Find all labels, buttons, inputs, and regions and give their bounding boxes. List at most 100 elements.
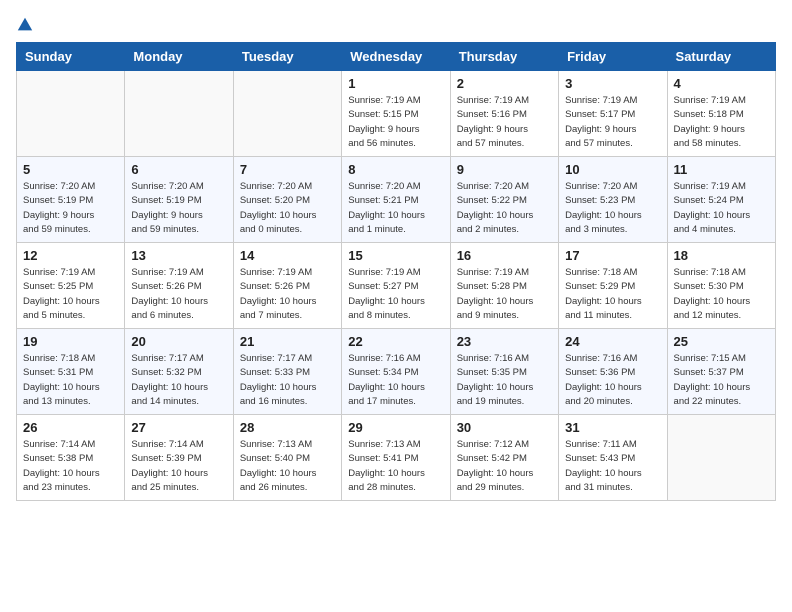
- day-number: 11: [674, 162, 769, 177]
- weekday-header-saturday: Saturday: [667, 43, 775, 71]
- weekday-header-wednesday: Wednesday: [342, 43, 450, 71]
- calendar-cell: 7Sunrise: 7:20 AM Sunset: 5:20 PM Daylig…: [233, 157, 341, 243]
- day-info: Sunrise: 7:19 AM Sunset: 5:18 PM Dayligh…: [674, 94, 769, 151]
- day-info: Sunrise: 7:11 AM Sunset: 5:43 PM Dayligh…: [565, 438, 660, 495]
- day-info: Sunrise: 7:16 AM Sunset: 5:35 PM Dayligh…: [457, 352, 552, 409]
- calendar-cell: 23 Sunrise: 7:16 AM Sunset: 5:35 PM Dayli…: [450, 329, 558, 415]
- day-number: 31: [565, 420, 660, 435]
- day-number: 23: [457, 334, 552, 349]
- calendar-cell: 15 Sunrise: 7:19 AM Sunset: 5:27 PM Dayli…: [342, 243, 450, 329]
- day-info: Sunrise: 7:18 AM Sunset: 5:29 PM Dayligh…: [565, 266, 660, 323]
- calendar-cell: 19 Sunrise: 7:18 AM Sunset: 5:31 PM Dayli…: [17, 329, 125, 415]
- calendar-cell: 25 Sunrise: 7:15 AM Sunset: 5:37 PM Dayli…: [667, 329, 775, 415]
- day-number: 14: [240, 248, 335, 263]
- page-header: [16, 16, 776, 34]
- calendar-cell: 10 Sunrise: 7:20 AM Sunset: 5:23 PM Dayli…: [559, 157, 667, 243]
- day-info: Sunrise: 7:19 AM Sunset: 5:25 PM Dayligh…: [23, 266, 118, 323]
- calendar-cell: 28 Sunrise: 7:13 AM Sunset: 5:40 PM Dayli…: [233, 415, 341, 501]
- day-number: 2: [457, 76, 552, 91]
- day-number: 16: [457, 248, 552, 263]
- day-info: Sunrise: 7:15 AM Sunset: 5:37 PM Dayligh…: [674, 352, 769, 409]
- day-number: 5: [23, 162, 118, 177]
- calendar-cell: 24 Sunrise: 7:16 AM Sunset: 5:36 PM Dayli…: [559, 329, 667, 415]
- weekday-header-thursday: Thursday: [450, 43, 558, 71]
- calendar-cell: 6 Sunrise: 7:20 AM Sunset: 5:19 PM Daylig…: [125, 157, 233, 243]
- calendar-cell: 27 Sunrise: 7:14 AM Sunset: 5:39 PM Dayli…: [125, 415, 233, 501]
- day-number: 24: [565, 334, 660, 349]
- day-number: 22: [348, 334, 443, 349]
- calendar-cell: 20 Sunrise: 7:17 AM Sunset: 5:32 PM Dayli…: [125, 329, 233, 415]
- day-info: Sunrise: 7:20 AM Sunset: 5:21 PM Dayligh…: [348, 180, 443, 237]
- day-info: Sunrise: 7:19 AM Sunset: 5:17 PM Dayligh…: [565, 94, 660, 151]
- day-info: Sunrise: 7:17 AM Sunset: 5:32 PM Dayligh…: [131, 352, 226, 409]
- calendar-cell: 18 Sunrise: 7:18 AM Sunset: 5:30 PM Dayli…: [667, 243, 775, 329]
- calendar-cell: 22 Sunrise: 7:16 AM Sunset: 5:34 PM Dayli…: [342, 329, 450, 415]
- calendar-cell: [125, 71, 233, 157]
- day-info: Sunrise: 7:16 AM Sunset: 5:36 PM Dayligh…: [565, 352, 660, 409]
- day-number: 6: [131, 162, 226, 177]
- day-info: Sunrise: 7:18 AM Sunset: 5:30 PM Dayligh…: [674, 266, 769, 323]
- calendar-cell: 21Sunrise: 7:17 AM Sunset: 5:33 PM Dayli…: [233, 329, 341, 415]
- day-number: 4: [674, 76, 769, 91]
- calendar-cell: [233, 71, 341, 157]
- calendar-cell: 26 Sunrise: 7:14 AM Sunset: 5:38 PM Dayli…: [17, 415, 125, 501]
- day-number: 17: [565, 248, 660, 263]
- calendar-cell: 16 Sunrise: 7:19 AM Sunset: 5:28 PM Dayli…: [450, 243, 558, 329]
- weekday-header-friday: Friday: [559, 43, 667, 71]
- day-number: 20: [131, 334, 226, 349]
- day-info: Sunrise: 7:20 AM Sunset: 5:23 PM Dayligh…: [565, 180, 660, 237]
- calendar-cell: 9 Sunrise: 7:20 AM Sunset: 5:22 PM Daylig…: [450, 157, 558, 243]
- calendar-cell: 11Sunrise: 7:19 AM Sunset: 5:24 PM Dayli…: [667, 157, 775, 243]
- day-number: 19: [23, 334, 118, 349]
- day-number: 9: [457, 162, 552, 177]
- calendar-cell: 17 Sunrise: 7:18 AM Sunset: 5:29 PM Dayli…: [559, 243, 667, 329]
- calendar-cell: 4 Sunrise: 7:19 AM Sunset: 5:18 PM Daylig…: [667, 71, 775, 157]
- day-number: 25: [674, 334, 769, 349]
- day-number: 7: [240, 162, 335, 177]
- day-info: Sunrise: 7:14 AM Sunset: 5:38 PM Dayligh…: [23, 438, 118, 495]
- calendar-cell: 14 Sunrise: 7:19 AM Sunset: 5:26 PM Dayli…: [233, 243, 341, 329]
- day-info: Sunrise: 7:13 AM Sunset: 5:41 PM Dayligh…: [348, 438, 443, 495]
- calendar-cell: 2 Sunrise: 7:19 AM Sunset: 5:16 PM Daylig…: [450, 71, 558, 157]
- calendar-cell: [667, 415, 775, 501]
- day-info: Sunrise: 7:20 AM Sunset: 5:19 PM Dayligh…: [23, 180, 118, 237]
- day-info: Sunrise: 7:19 AM Sunset: 5:15 PM Dayligh…: [348, 94, 443, 151]
- day-info: Sunrise: 7:19 AM Sunset: 5:26 PM Dayligh…: [240, 266, 335, 323]
- day-info: Sunrise: 7:14 AM Sunset: 5:39 PM Dayligh…: [131, 438, 226, 495]
- logo-icon: [16, 16, 34, 34]
- day-info: Sunrise: 7:18 AM Sunset: 5:31 PM Dayligh…: [23, 352, 118, 409]
- day-number: 26: [23, 420, 118, 435]
- day-number: 29: [348, 420, 443, 435]
- day-info: Sunrise: 7:19 AM Sunset: 5:27 PM Dayligh…: [348, 266, 443, 323]
- day-number: 8: [348, 162, 443, 177]
- day-number: 13: [131, 248, 226, 263]
- calendar-cell: [17, 71, 125, 157]
- calendar-table: SundayMondayTuesdayWednesdayThursdayFrid…: [16, 42, 776, 501]
- day-number: 18: [674, 248, 769, 263]
- day-number: 10: [565, 162, 660, 177]
- calendar-cell: 30Sunrise: 7:12 AM Sunset: 5:42 PM Dayli…: [450, 415, 558, 501]
- weekday-header-monday: Monday: [125, 43, 233, 71]
- logo: [16, 16, 38, 34]
- weekday-header-tuesday: Tuesday: [233, 43, 341, 71]
- calendar-cell: 13 Sunrise: 7:19 AM Sunset: 5:26 PM Dayli…: [125, 243, 233, 329]
- day-info: Sunrise: 7:17 AM Sunset: 5:33 PM Dayligh…: [240, 352, 335, 409]
- day-number: 1: [348, 76, 443, 91]
- day-info: Sunrise: 7:19 AM Sunset: 5:28 PM Dayligh…: [457, 266, 552, 323]
- day-info: Sunrise: 7:12 AM Sunset: 5:42 PM Dayligh…: [457, 438, 552, 495]
- day-number: 15: [348, 248, 443, 263]
- day-info: Sunrise: 7:20 AM Sunset: 5:19 PM Dayligh…: [131, 180, 226, 237]
- day-info: Sunrise: 7:19 AM Sunset: 5:26 PM Dayligh…: [131, 266, 226, 323]
- calendar-cell: 29 Sunrise: 7:13 AM Sunset: 5:41 PM Dayli…: [342, 415, 450, 501]
- calendar-cell: 8 Sunrise: 7:20 AM Sunset: 5:21 PM Daylig…: [342, 157, 450, 243]
- day-number: 28: [240, 420, 335, 435]
- day-number: 27: [131, 420, 226, 435]
- calendar-cell: 5 Sunrise: 7:20 AM Sunset: 5:19 PM Daylig…: [17, 157, 125, 243]
- day-info: Sunrise: 7:13 AM Sunset: 5:40 PM Dayligh…: [240, 438, 335, 495]
- calendar-cell: 12 Sunrise: 7:19 AM Sunset: 5:25 PM Dayli…: [17, 243, 125, 329]
- day-info: Sunrise: 7:16 AM Sunset: 5:34 PM Dayligh…: [348, 352, 443, 409]
- day-info: Sunrise: 7:19 AM Sunset: 5:16 PM Dayligh…: [457, 94, 552, 151]
- weekday-header-sunday: Sunday: [17, 43, 125, 71]
- day-info: Sunrise: 7:20 AM Sunset: 5:22 PM Dayligh…: [457, 180, 552, 237]
- day-number: 12: [23, 248, 118, 263]
